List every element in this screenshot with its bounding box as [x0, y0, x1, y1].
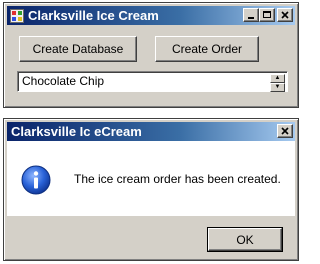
- spin-down-button[interactable]: ▼: [270, 83, 285, 92]
- maximize-icon: [263, 11, 271, 18]
- dialog-message: The ice cream order has been created.: [74, 172, 281, 186]
- dialog-controls: [277, 124, 293, 138]
- dialog-body: The ice cream order has been created.: [7, 141, 295, 216]
- create-database-button[interactable]: Create Database: [19, 36, 137, 62]
- main-window-titlebar[interactable]: Clarksville Ice Cream: [7, 6, 295, 25]
- main-window: Clarksville Ice Cream Create Database Cr…: [3, 2, 299, 108]
- main-window-title: Clarksville Ice Cream: [28, 8, 159, 23]
- close-button[interactable]: [277, 8, 293, 22]
- maximize-button[interactable]: [259, 8, 275, 22]
- app-icon: [10, 8, 24, 23]
- window-controls: [243, 8, 293, 22]
- minimize-button[interactable]: [243, 8, 259, 22]
- close-icon: [281, 127, 289, 135]
- info-icon: [21, 165, 51, 195]
- minimize-icon: [248, 17, 254, 19]
- dialog-titlebar[interactable]: Clarksville Ic eCream: [7, 122, 295, 141]
- arrow-down-icon: ▼: [274, 84, 281, 90]
- flavor-spin-buttons: ▲ ▼: [270, 74, 285, 92]
- arrow-up-icon: ▲: [274, 75, 281, 81]
- create-order-button[interactable]: Create Order: [155, 36, 259, 62]
- spin-up-button[interactable]: ▲: [270, 74, 285, 83]
- close-icon: [281, 11, 289, 19]
- flavor-selector[interactable]: Chocolate Chip ▲ ▼: [17, 71, 288, 92]
- dialog-title: Clarksville Ic eCream: [11, 124, 142, 139]
- ok-button[interactable]: OK: [207, 227, 283, 252]
- flavor-selector-value: Chocolate Chip: [22, 74, 105, 88]
- dialog-close-button[interactable]: [277, 124, 293, 138]
- message-dialog: Clarksville Ic eCream The ice cream orde: [3, 118, 299, 261]
